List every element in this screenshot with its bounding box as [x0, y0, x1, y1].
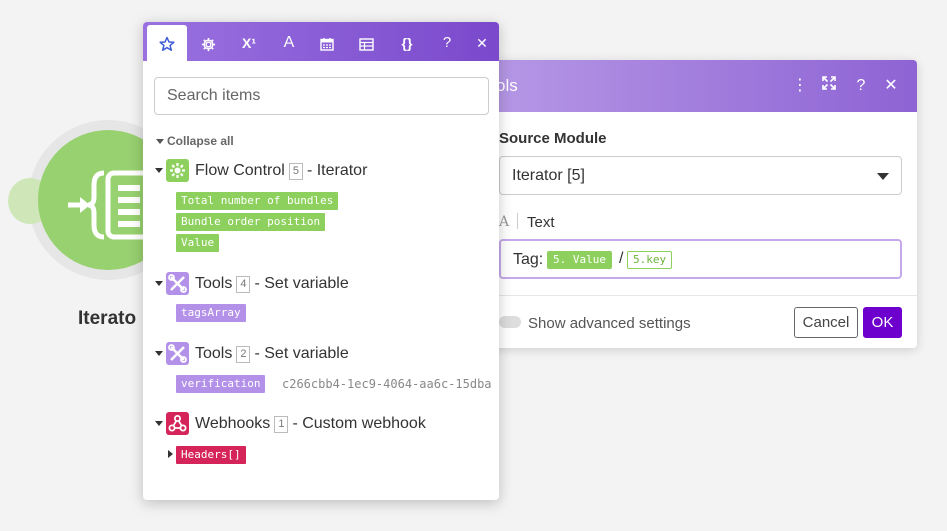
advanced-settings-label: Show advanced settings	[528, 315, 691, 332]
chevron-down-icon[interactable]	[155, 351, 163, 356]
set-variable-dialog: ols ⋮ ? ✕ Source Module Iterator [5] A T…	[470, 60, 917, 348]
item-tagsarray[interactable]: tagsArray	[176, 304, 246, 322]
chevron-right-icon[interactable]	[168, 450, 173, 458]
module-label: Iterato	[78, 308, 137, 329]
item-value[interactable]: Value	[176, 234, 220, 252]
advanced-settings-toggle[interactable]	[499, 316, 521, 328]
item-bundle-order-position[interactable]: Bundle order position	[176, 213, 326, 231]
calendar-icon[interactable]	[307, 25, 347, 61]
ok-button[interactable]: OK	[863, 307, 902, 338]
webhooks-icon	[166, 412, 189, 435]
more-icon[interactable]: ⋮	[789, 74, 811, 98]
gear-icon[interactable]	[188, 25, 228, 61]
module-name: Flow Control 5- Iterator	[195, 162, 368, 180]
superscript-icon[interactable]: X¹	[229, 25, 269, 61]
module-name: Webhooks 1- Custom webhook	[195, 415, 426, 433]
chevron-down-icon[interactable]	[155, 421, 163, 426]
table-icon[interactable]	[346, 25, 386, 61]
module-row-webhooks[interactable]: Webhooks 1- Custom webhook	[155, 412, 485, 436]
mapped-pill-value[interactable]: 5. Value	[547, 251, 612, 269]
module-name: Tools 4- Set variable	[195, 275, 349, 293]
text-format-icon[interactable]: A	[269, 25, 309, 61]
chevron-down-icon	[877, 173, 889, 180]
help-icon[interactable]: ?	[434, 25, 460, 61]
text-type-icon: A	[499, 214, 510, 230]
text-type-label: Text	[527, 214, 555, 231]
module-row-tools-4[interactable]: Tools 4- Set variable	[155, 272, 485, 296]
cancel-button[interactable]: Cancel	[794, 307, 858, 338]
dialog-divider	[470, 295, 917, 296]
source-module-value: Iterator [5]	[512, 167, 585, 184]
chevron-down-icon[interactable]	[155, 281, 163, 286]
item-headers[interactable]: Headers[]	[176, 446, 246, 464]
item-total-bundles[interactable]: Total number of bundles	[176, 192, 339, 210]
dialog-title: ols	[496, 76, 518, 95]
module-name: Tools 2- Set variable	[195, 345, 349, 363]
chevron-down-icon[interactable]	[155, 168, 163, 173]
collapse-all-toggle[interactable]: Collapse all	[156, 134, 234, 148]
flow-control-icon	[166, 159, 189, 182]
dialog-header: ols ⋮ ? ✕	[470, 60, 917, 112]
close-icon[interactable]: ✕	[469, 25, 495, 61]
value-text-field[interactable]: Tag: 5. Value / 5.key	[499, 239, 902, 279]
mapping-panel: X¹ A {} ? ✕ Collapse all Flow Control5- …	[143, 22, 499, 500]
search-input[interactable]	[154, 77, 489, 115]
chevron-down-icon	[156, 139, 164, 145]
source-module-label: Source Module	[499, 130, 607, 147]
help-icon[interactable]: ?	[850, 74, 872, 98]
close-icon[interactable]: ✕	[880, 74, 902, 98]
module-row-flow-control[interactable]: Flow Control 5- Iterator	[155, 159, 485, 183]
source-module-select[interactable]: Iterator [5]	[499, 156, 902, 195]
star-icon[interactable]	[147, 25, 187, 61]
item-verification-value: c266cbb4-1ec9-4064-aa6c-15dba	[282, 377, 492, 391]
module-row-tools-2[interactable]: Tools 2- Set variable	[155, 342, 485, 366]
collapse-all-label: Collapse all	[167, 134, 234, 148]
item-verification[interactable]: verification	[176, 375, 266, 393]
mapped-pill-key[interactable]: 5.key	[627, 251, 673, 269]
text-prefix: Tag:	[513, 251, 544, 268]
text-slash: /	[619, 250, 624, 267]
tools-icon	[166, 342, 189, 365]
panel-tabs: X¹ A {} ? ✕	[143, 22, 499, 61]
braces-icon[interactable]: {}	[387, 25, 427, 61]
expand-icon[interactable]	[818, 74, 840, 98]
divider	[517, 213, 518, 229]
tools-icon	[166, 272, 189, 295]
